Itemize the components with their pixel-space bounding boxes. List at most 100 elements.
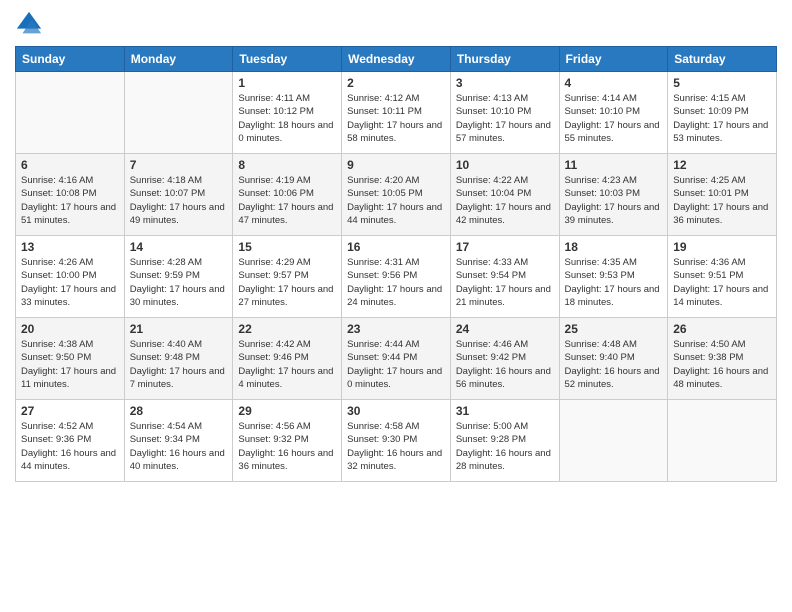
day-number: 3 — [456, 76, 554, 90]
calendar: SundayMondayTuesdayWednesdayThursdayFrid… — [15, 46, 777, 482]
calendar-cell: 7Sunrise: 4:18 AM Sunset: 10:07 PM Dayli… — [124, 154, 233, 236]
day-info: Sunrise: 4:31 AM Sunset: 9:56 PM Dayligh… — [347, 256, 445, 309]
day-info: Sunrise: 4:26 AM Sunset: 10:00 PM Daylig… — [21, 256, 119, 309]
logo-icon — [15, 10, 43, 38]
day-info: Sunrise: 5:00 AM Sunset: 9:28 PM Dayligh… — [456, 420, 554, 473]
day-number: 5 — [673, 76, 771, 90]
day-number: 18 — [565, 240, 663, 254]
day-number: 8 — [238, 158, 336, 172]
calendar-cell: 3 Sunrise: 4:13 AM Sunset: 10:10 PM Dayli… — [450, 72, 559, 154]
logo — [15, 10, 47, 38]
calendar-cell: 2 Sunrise: 4:12 AM Sunset: 10:11 PM Dayli… — [342, 72, 451, 154]
day-number: 2 — [347, 76, 445, 90]
day-number: 1 — [238, 76, 336, 90]
day-number: 17 — [456, 240, 554, 254]
calendar-cell: 19 Sunrise: 4:36 AM Sunset: 9:51 PM Dayli… — [668, 236, 777, 318]
day-number: 9 — [347, 158, 445, 172]
calendar-cell: 20 Sunrise: 4:38 AM Sunset: 9:50 PM Dayli… — [16, 318, 125, 400]
day-info: Sunrise: 4:12 AM Sunset: 10:11 PM Daylig… — [347, 92, 445, 145]
calendar-week-4: 20 Sunrise: 4:38 AM Sunset: 9:50 PM Dayli… — [16, 318, 777, 400]
day-info: Sunrise: 4:20 AM Sunset: 10:05 PM Daylig… — [347, 174, 445, 227]
calendar-cell: 15Sunrise: 4:29 AM Sunset: 9:57 PM Dayli… — [233, 236, 342, 318]
day-info: Sunrise: 4:15 AM Sunset: 10:09 PM Daylig… — [673, 92, 771, 145]
calendar-header-monday: Monday — [124, 47, 233, 72]
day-info: Sunrise: 4:16 AM Sunset: 10:08 PM Daylig… — [21, 174, 119, 227]
calendar-week-2: 6Sunrise: 4:16 AM Sunset: 10:08 PM Dayli… — [16, 154, 777, 236]
calendar-cell — [124, 72, 233, 154]
calendar-cell: 6Sunrise: 4:16 AM Sunset: 10:08 PM Dayli… — [16, 154, 125, 236]
day-info: Sunrise: 4:33 AM Sunset: 9:54 PM Dayligh… — [456, 256, 554, 309]
calendar-cell: 8 Sunrise: 4:19 AM Sunset: 10:06 PM Dayli… — [233, 154, 342, 236]
calendar-cell: 23 Sunrise: 4:44 AM Sunset: 9:44 PM Dayli… — [342, 318, 451, 400]
calendar-header-friday: Friday — [559, 47, 668, 72]
day-info: Sunrise: 4:50 AM Sunset: 9:38 PM Dayligh… — [673, 338, 771, 391]
calendar-cell: 24Sunrise: 4:46 AM Sunset: 9:42 PM Dayli… — [450, 318, 559, 400]
day-info: Sunrise: 4:11 AM Sunset: 10:12 PM Daylig… — [238, 92, 336, 145]
calendar-cell: 16Sunrise: 4:31 AM Sunset: 9:56 PM Dayli… — [342, 236, 451, 318]
calendar-header-wednesday: Wednesday — [342, 47, 451, 72]
day-info: Sunrise: 4:36 AM Sunset: 9:51 PM Dayligh… — [673, 256, 771, 309]
day-number: 26 — [673, 322, 771, 336]
calendar-header-tuesday: Tuesday — [233, 47, 342, 72]
calendar-cell: 22 Sunrise: 4:42 AM Sunset: 9:46 PM Dayli… — [233, 318, 342, 400]
day-info: Sunrise: 4:42 AM Sunset: 9:46 PM Dayligh… — [238, 338, 336, 391]
calendar-cell: 28 Sunrise: 4:54 AM Sunset: 9:34 PM Dayli… — [124, 400, 233, 482]
day-number: 27 — [21, 404, 119, 418]
calendar-cell: 9 Sunrise: 4:20 AM Sunset: 10:05 PM Dayli… — [342, 154, 451, 236]
calendar-cell: 30 Sunrise: 4:58 AM Sunset: 9:30 PM Dayli… — [342, 400, 451, 482]
day-number: 20 — [21, 322, 119, 336]
day-number: 13 — [21, 240, 119, 254]
calendar-cell — [16, 72, 125, 154]
day-info: Sunrise: 4:40 AM Sunset: 9:48 PM Dayligh… — [130, 338, 228, 391]
day-info: Sunrise: 4:28 AM Sunset: 9:59 PM Dayligh… — [130, 256, 228, 309]
day-number: 15 — [238, 240, 336, 254]
day-number: 14 — [130, 240, 228, 254]
day-info: Sunrise: 4:44 AM Sunset: 9:44 PM Dayligh… — [347, 338, 445, 391]
day-info: Sunrise: 4:13 AM Sunset: 10:10 PM Daylig… — [456, 92, 554, 145]
calendar-cell — [668, 400, 777, 482]
day-info: Sunrise: 4:25 AM Sunset: 10:01 PM Daylig… — [673, 174, 771, 227]
calendar-cell: 25 Sunrise: 4:48 AM Sunset: 9:40 PM Dayli… — [559, 318, 668, 400]
day-info: Sunrise: 4:56 AM Sunset: 9:32 PM Dayligh… — [238, 420, 336, 473]
day-number: 25 — [565, 322, 663, 336]
day-number: 28 — [130, 404, 228, 418]
day-info: Sunrise: 4:38 AM Sunset: 9:50 PM Dayligh… — [21, 338, 119, 391]
day-info: Sunrise: 4:48 AM Sunset: 9:40 PM Dayligh… — [565, 338, 663, 391]
calendar-header-sunday: Sunday — [16, 47, 125, 72]
day-info: Sunrise: 4:22 AM Sunset: 10:04 PM Daylig… — [456, 174, 554, 227]
calendar-cell: 13 Sunrise: 4:26 AM Sunset: 10:00 PM Dayl… — [16, 236, 125, 318]
day-info: Sunrise: 4:23 AM Sunset: 10:03 PM Daylig… — [565, 174, 663, 227]
day-info: Sunrise: 4:58 AM Sunset: 9:30 PM Dayligh… — [347, 420, 445, 473]
day-number: 31 — [456, 404, 554, 418]
calendar-cell — [559, 400, 668, 482]
calendar-cell: 10Sunrise: 4:22 AM Sunset: 10:04 PM Dayl… — [450, 154, 559, 236]
calendar-week-5: 27 Sunrise: 4:52 AM Sunset: 9:36 PM Dayli… — [16, 400, 777, 482]
calendar-week-1: 1 Sunrise: 4:11 AM Sunset: 10:12 PM Dayli… — [16, 72, 777, 154]
day-info: Sunrise: 4:14 AM Sunset: 10:10 PM Daylig… — [565, 92, 663, 145]
calendar-cell: 17 Sunrise: 4:33 AM Sunset: 9:54 PM Dayli… — [450, 236, 559, 318]
calendar-header-row: SundayMondayTuesdayWednesdayThursdayFrid… — [16, 47, 777, 72]
day-number: 12 — [673, 158, 771, 172]
day-info: Sunrise: 4:46 AM Sunset: 9:42 PM Dayligh… — [456, 338, 554, 391]
calendar-cell: 5 Sunrise: 4:15 AM Sunset: 10:09 PM Dayli… — [668, 72, 777, 154]
day-info: Sunrise: 4:35 AM Sunset: 9:53 PM Dayligh… — [565, 256, 663, 309]
day-number: 23 — [347, 322, 445, 336]
day-number: 30 — [347, 404, 445, 418]
calendar-cell: 14 Sunrise: 4:28 AM Sunset: 9:59 PM Dayli… — [124, 236, 233, 318]
calendar-header-thursday: Thursday — [450, 47, 559, 72]
day-number: 11 — [565, 158, 663, 172]
day-number: 4 — [565, 76, 663, 90]
day-number: 29 — [238, 404, 336, 418]
day-info: Sunrise: 4:54 AM Sunset: 9:34 PM Dayligh… — [130, 420, 228, 473]
day-number: 22 — [238, 322, 336, 336]
day-info: Sunrise: 4:19 AM Sunset: 10:06 PM Daylig… — [238, 174, 336, 227]
calendar-cell: 27 Sunrise: 4:52 AM Sunset: 9:36 PM Dayli… — [16, 400, 125, 482]
day-number: 19 — [673, 240, 771, 254]
calendar-cell: 26 Sunrise: 4:50 AM Sunset: 9:38 PM Dayli… — [668, 318, 777, 400]
calendar-cell: 21Sunrise: 4:40 AM Sunset: 9:48 PM Dayli… — [124, 318, 233, 400]
calendar-cell: 1 Sunrise: 4:11 AM Sunset: 10:12 PM Dayli… — [233, 72, 342, 154]
day-info: Sunrise: 4:52 AM Sunset: 9:36 PM Dayligh… — [21, 420, 119, 473]
day-info: Sunrise: 4:18 AM Sunset: 10:07 PM Daylig… — [130, 174, 228, 227]
calendar-header-saturday: Saturday — [668, 47, 777, 72]
calendar-week-3: 13 Sunrise: 4:26 AM Sunset: 10:00 PM Dayl… — [16, 236, 777, 318]
